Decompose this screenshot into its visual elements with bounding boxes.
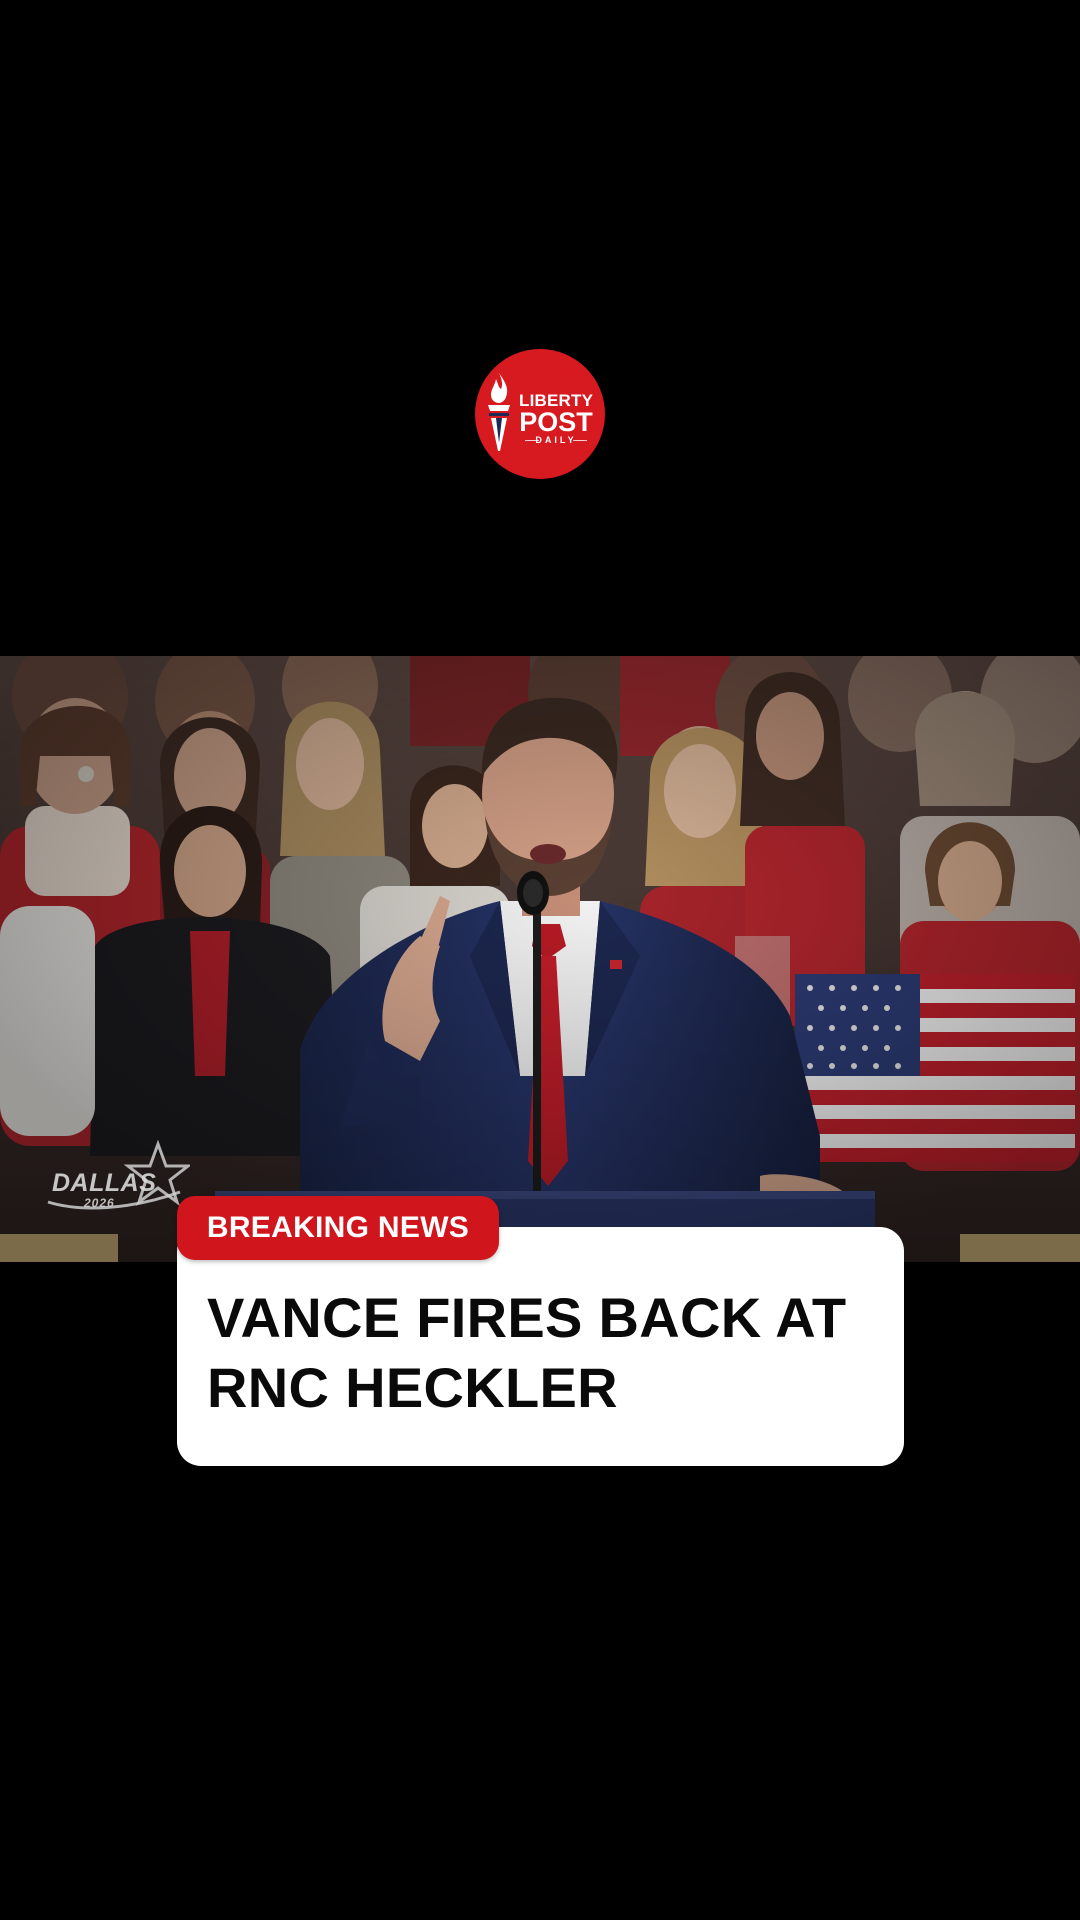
watermark-word: DALLAS xyxy=(52,1169,157,1197)
liberty-post-daily-logo: LIBERTY POST DAILY xyxy=(475,349,605,479)
headline-card: VANCE FIRES BACK AT RNC HECKLER xyxy=(177,1227,904,1466)
watermark-year: 2026 xyxy=(84,1196,115,1210)
headline-text: VANCE FIRES BACK AT RNC HECKLER xyxy=(207,1286,847,1419)
brand-line-post: POST xyxy=(519,407,593,437)
torch-icon xyxy=(488,373,510,451)
dallas-2026-watermark: DALLAS 2026 xyxy=(40,1140,190,1220)
brand-rule-right xyxy=(573,440,587,441)
breaking-news-badge: BREAKING NEWS xyxy=(177,1196,499,1260)
breaking-news-label: BREAKING NEWS xyxy=(206,1211,470,1244)
